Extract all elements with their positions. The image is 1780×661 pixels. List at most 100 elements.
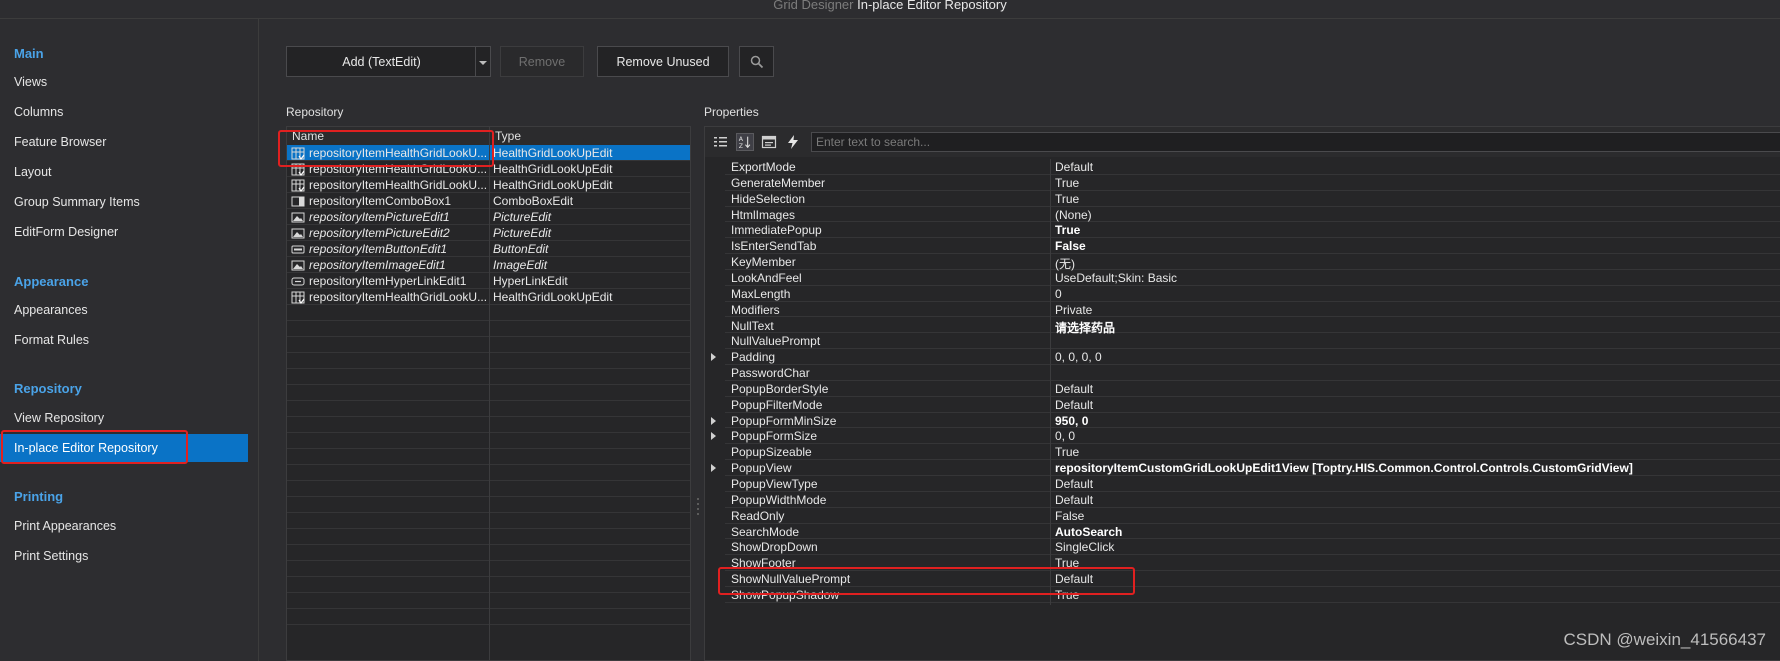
sidebar-item-print-appearances[interactable]: Print Appearances [0, 512, 248, 540]
property-row-popupfiltermode[interactable]: PopupFilterMode Default [725, 396, 1780, 415]
property-row-popupborderstyle[interactable]: PopupBorderStyle Default [725, 380, 1780, 399]
property-name: PopupView [731, 461, 792, 476]
property-row-nullvalueprompt[interactable]: NullValuePrompt [725, 333, 1780, 352]
sidebar: Main Views Columns Feature Browser Layou… [0, 19, 259, 661]
sidebar-item-views[interactable]: Views [0, 68, 248, 96]
property-name: SearchMode [731, 524, 800, 539]
expand-arrow-icon[interactable] [711, 432, 716, 441]
sidebar-item-layout[interactable]: Layout [0, 158, 248, 186]
property-value[interactable]: SingleClick [1055, 540, 1114, 554]
property-name: KeyMember [731, 255, 796, 270]
events-lightning-icon[interactable] [785, 134, 801, 150]
property-name: MaxLength [731, 286, 791, 301]
property-name: PopupBorderStyle [731, 381, 829, 396]
column-divider [489, 127, 490, 660]
property-value[interactable]: (None) [1055, 208, 1092, 222]
repository-label: Repository [286, 105, 344, 119]
sidebar-item-columns[interactable]: Columns [0, 98, 248, 126]
search-icon [750, 55, 763, 68]
property-row-popupformsize[interactable]: PopupFormSize 0, 0 [725, 428, 1780, 447]
expand-arrow-icon[interactable] [711, 353, 716, 362]
property-row-popupview[interactable]: PopupView repositoryItemCustomGridLookUpE… [725, 460, 1780, 479]
alphabetical-sort-icon[interactable]: A Z [736, 133, 754, 151]
repository-cell-type: HealthGridLookUpEdit [493, 146, 613, 160]
property-value[interactable]: AutoSearch [1055, 525, 1122, 539]
property-value[interactable]: 950, 0 [1055, 414, 1088, 428]
sidebar-item-view-repository[interactable]: View Repository [0, 404, 248, 432]
property-row-nulltext[interactable]: NullText 请选择药品 [725, 317, 1780, 336]
sidebar-item-print-settings[interactable]: Print Settings [0, 542, 248, 570]
expand-arrow-icon[interactable] [711, 416, 716, 425]
remove-button[interactable]: Remove [500, 46, 584, 77]
repository-cell-type: HealthGridLookUpEdit [493, 162, 613, 176]
highlight-repo-item [278, 130, 494, 167]
property-name: ImmediatePopup [731, 223, 822, 238]
property-value[interactable]: repositoryItemCustomGridLookUpEdit1View … [1055, 461, 1633, 475]
property-row-readonly[interactable]: ReadOnly False [725, 507, 1780, 526]
property-name: PopupFormSize [731, 429, 818, 444]
repository-grid: Name Type repositoryItemHealthGridLookU.… [286, 126, 691, 661]
property-row-maxlength[interactable]: MaxLength 0 [725, 285, 1780, 304]
expand-arrow-icon[interactable] [711, 464, 716, 473]
property-name: ShowDropDown [731, 540, 818, 555]
sidebar-item-feature-browser[interactable]: Feature Browser [0, 128, 248, 156]
property-row-keymember[interactable]: KeyMember (无) [725, 254, 1780, 273]
property-value[interactable]: 0 [1055, 287, 1062, 301]
property-row-exportmode[interactable]: ExportMode Default [725, 159, 1780, 177]
property-value[interactable]: Default [1055, 398, 1093, 412]
repository-cell-name: repositoryItemHealthGridLookU... [309, 290, 488, 304]
property-row-popupwidthmode[interactable]: PopupWidthMode Default [725, 491, 1780, 510]
highlight-searchmode [718, 567, 1135, 595]
property-row-lookandfeel[interactable]: LookAndFeel UseDefault;Skin: Basic [725, 269, 1780, 288]
column-header-type[interactable]: Type [495, 129, 521, 143]
property-row-generatemember[interactable]: GenerateMember True [725, 174, 1780, 193]
search-button[interactable] [739, 46, 774, 77]
property-name: HtmlImages [731, 207, 796, 222]
property-value[interactable]: Default [1055, 160, 1093, 174]
watermark: CSDN @weixin_41566437 [1563, 630, 1766, 649]
sidebar-item-editform-designer[interactable]: EditForm Designer [0, 218, 248, 246]
property-row-searchmode[interactable]: SearchMode AutoSearch [725, 523, 1780, 542]
property-pages-icon[interactable] [761, 134, 777, 150]
add-textedit-button[interactable]: Add (TextEdit) [286, 46, 477, 77]
property-row-isentersendtab[interactable]: IsEnterSendTab False [725, 238, 1780, 257]
sidebar-item-format-rules[interactable]: Format Rules [0, 326, 248, 354]
property-row-immediatepopup[interactable]: ImmediatePopup True [725, 222, 1780, 241]
categorized-view-icon[interactable] [713, 134, 729, 150]
property-value[interactable]: 0, 0 [1055, 429, 1075, 443]
property-row-modifiers[interactable]: Modifiers Private [725, 301, 1780, 320]
property-value[interactable]: Default [1055, 477, 1093, 491]
splitter-grip-icon[interactable] [696, 496, 702, 518]
property-value[interactable]: False [1055, 239, 1086, 253]
property-search-input[interactable]: Enter text to search... [811, 132, 1780, 152]
sidebar-item-group-summary-items[interactable]: Group Summary Items [0, 188, 248, 216]
repository-cell-name: repositoryItemComboBox1 [309, 194, 452, 208]
repository-cell-type: HyperLinkEdit [493, 274, 568, 288]
property-row-popupsizeable[interactable]: PopupSizeable True [725, 444, 1780, 463]
property-row-popupviewtype[interactable]: PopupViewType Default [725, 476, 1780, 494]
property-value[interactable]: False [1055, 509, 1084, 523]
property-row-passwordchar[interactable]: PasswordChar [725, 365, 1780, 384]
property-value[interactable]: Private [1055, 303, 1092, 317]
property-name: ReadOnly [731, 508, 785, 523]
property-name: Modifiers [731, 302, 780, 317]
property-row-popupformminsize[interactable]: PopupFormMinSize 950, 0 [725, 412, 1780, 431]
property-row-padding[interactable]: Padding 0, 0, 0, 0 [725, 349, 1780, 368]
property-value[interactable]: True [1055, 445, 1079, 459]
property-value[interactable]: 0, 0, 0, 0 [1055, 350, 1102, 364]
repository-cell-name: repositoryItemButtonEdit1 [309, 242, 448, 256]
property-value[interactable]: UseDefault;Skin: Basic [1055, 271, 1177, 285]
property-row-hideselection[interactable]: HideSelection True [725, 190, 1780, 209]
chevron-down-icon [479, 60, 487, 65]
property-value[interactable]: Default [1055, 382, 1093, 396]
property-value[interactable]: True [1055, 192, 1079, 206]
property-value[interactable]: Default [1055, 493, 1093, 507]
sidebar-item-appearances[interactable]: Appearances [0, 296, 248, 324]
remove-unused-button[interactable]: Remove Unused [597, 46, 729, 77]
property-value[interactable]: True [1055, 176, 1079, 190]
property-row-showdropdown[interactable]: ShowDropDown SingleClick [725, 539, 1780, 558]
add-dropdown-button[interactable] [475, 46, 491, 77]
combobox-icon [291, 196, 305, 207]
property-row-htmlimages[interactable]: HtmlImages (None) [725, 206, 1780, 225]
property-value[interactable]: True [1055, 223, 1080, 237]
